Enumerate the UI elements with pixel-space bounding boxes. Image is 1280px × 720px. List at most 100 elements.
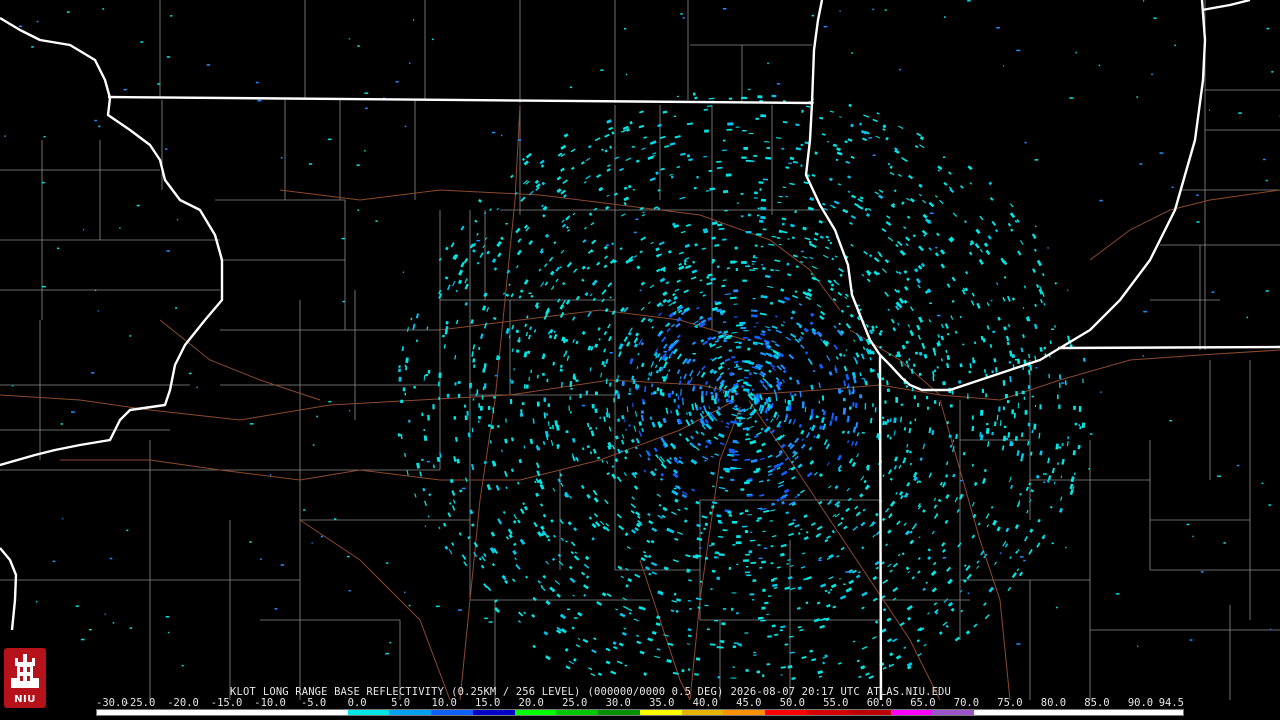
echo-pixel <box>742 525 748 528</box>
echo-pixel <box>438 381 440 387</box>
echo-pixel <box>633 231 637 234</box>
echo-pixel <box>958 380 962 384</box>
echo-pixel <box>404 591 406 594</box>
echo-pixel <box>728 514 733 517</box>
echo-pixel <box>738 341 742 345</box>
echo-pixel <box>694 96 698 100</box>
echo-pixel <box>643 401 645 405</box>
echo-pixel <box>438 372 442 378</box>
colorbar-swatch <box>138 710 181 715</box>
echo-pixel <box>1246 316 1249 319</box>
echo-pixel <box>985 422 989 426</box>
echo-pixel <box>794 393 797 397</box>
echo-pixel <box>1061 443 1064 446</box>
echo-pixel <box>579 393 582 399</box>
echo-pixel <box>1263 158 1266 161</box>
echo-pixel <box>528 292 532 294</box>
echo-pixel <box>744 265 751 267</box>
echo-pixel <box>673 487 677 490</box>
echo-pixel <box>341 237 345 240</box>
echo-pixel <box>881 416 885 419</box>
echo-pixel <box>784 399 786 403</box>
echo-pixel <box>747 347 751 351</box>
echo-pixel <box>510 398 513 404</box>
echo-pixel <box>671 390 674 395</box>
echo-pixel <box>756 214 760 217</box>
colorbar-tick: 85.0 <box>1084 697 1110 709</box>
echo-pixel <box>745 433 749 436</box>
echo-pixel <box>706 628 710 631</box>
echo-pixel <box>845 571 849 573</box>
colorbar-swatch <box>848 710 891 715</box>
echo-pixel <box>80 638 85 641</box>
niu-logo: NIU <box>4 648 46 708</box>
echo-pixel <box>736 612 739 615</box>
echo-pixel <box>1268 504 1272 506</box>
echo-pixel <box>206 64 210 66</box>
echo-pixel <box>753 197 758 199</box>
echo-pixel <box>413 386 416 389</box>
echo-pixel <box>518 139 522 141</box>
colorbar-swatch <box>807 710 849 715</box>
echo-pixel <box>83 229 85 231</box>
echo-pixel <box>260 558 262 560</box>
echo-pixel <box>753 155 758 157</box>
echo-pixel <box>311 542 313 544</box>
echo-pixel <box>1223 542 1226 544</box>
echo-pixel <box>762 674 765 678</box>
colorbar-tick: 80.0 <box>1040 697 1067 709</box>
echo-pixel <box>497 424 500 428</box>
echo-pixel <box>899 68 901 71</box>
echo-pixel <box>756 233 762 236</box>
echo-pixel <box>737 423 741 427</box>
echo-pixel <box>692 353 696 355</box>
echo-pixel <box>364 92 369 94</box>
colorbar-tick: 90.0 <box>1127 697 1154 709</box>
echo-pixel <box>1020 556 1024 558</box>
echo-pixel <box>730 260 736 264</box>
echo-pixel <box>757 207 760 210</box>
echo-pixel <box>1265 179 1268 182</box>
echo-pixel <box>758 557 763 560</box>
echo-pixel <box>348 38 350 40</box>
echo-pixel <box>944 16 946 18</box>
colorbar-swatch <box>389 710 432 715</box>
echo-pixel <box>1024 410 1028 415</box>
echo-pixel <box>999 552 1002 554</box>
echo-pixel <box>741 156 747 159</box>
echo-pixel <box>711 542 715 546</box>
colorbar-tick: 30.0 <box>605 697 631 709</box>
echo-pixel <box>482 386 485 391</box>
echo-pixel <box>1033 423 1037 430</box>
echo-pixel <box>1014 359 1019 361</box>
colorbar-tick: 65.0 <box>910 697 936 709</box>
echo-pixel <box>667 393 671 398</box>
echo-pixel <box>861 432 865 434</box>
echo-pixel <box>364 150 366 152</box>
echo-pixel <box>996 27 1000 29</box>
radar-map[interactable] <box>0 0 1280 720</box>
colorbar-tick: -10.0 <box>254 697 286 709</box>
echo-pixel <box>929 302 932 304</box>
echo-pixel <box>742 279 747 282</box>
echo-pixel <box>913 395 917 400</box>
echo-pixel <box>1034 159 1039 161</box>
echo-pixel <box>408 604 411 607</box>
echo-pixel <box>811 14 815 17</box>
echo-pixel <box>743 147 748 150</box>
echo-pixel <box>94 119 97 122</box>
echo-pixel <box>962 343 965 346</box>
echo-pixel <box>967 0 971 2</box>
echo-pixel <box>1069 97 1074 99</box>
echo-pixel <box>726 267 730 270</box>
echo-pixel <box>1139 163 1143 165</box>
echo-pixel <box>487 424 491 428</box>
echo-pixel <box>569 86 573 89</box>
echo-pixel <box>1056 606 1058 609</box>
echo-pixel <box>166 56 171 58</box>
echo-pixel <box>759 566 763 569</box>
echo-pixel <box>52 560 56 563</box>
echo-pixel <box>722 8 727 10</box>
radar-site-marker <box>735 393 749 407</box>
echo-pixel <box>348 409 351 412</box>
